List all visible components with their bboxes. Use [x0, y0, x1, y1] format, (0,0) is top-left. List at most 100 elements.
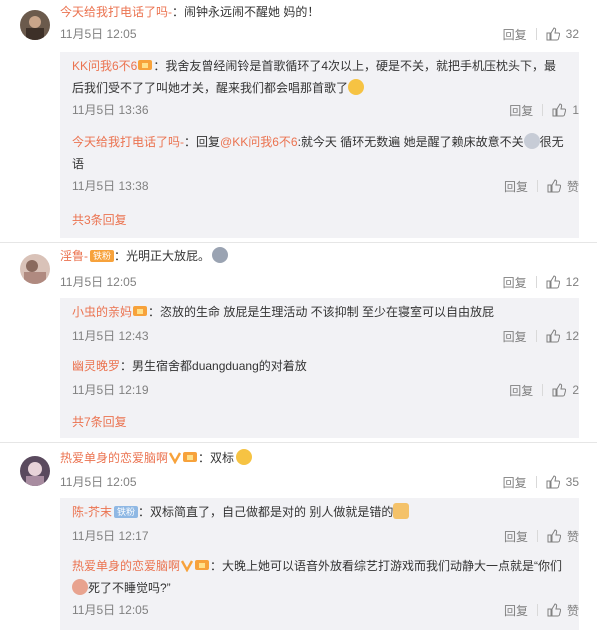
comment-username[interactable]: 淫鲁- — [60, 249, 88, 263]
reply-time: 11月5日 13:38 — [72, 179, 149, 193]
verified-v-icon — [180, 558, 194, 578]
divider — [0, 242, 597, 243]
reply-button[interactable]: 回复 — [495, 528, 537, 545]
reply-button[interactable]: 回复 — [494, 26, 536, 43]
reply-username[interactable]: 小虫的亲妈 — [72, 305, 132, 319]
reply-username[interactable]: 热爱单身的恋爱脑啊 — [72, 559, 180, 573]
comment-username[interactable]: 今天给我打电话了吗- — [60, 5, 172, 19]
reply-username[interactable]: 今天给我打电话了吗- — [72, 135, 184, 149]
comment-text: ：双标 — [198, 451, 235, 465]
comment: 淫鲁- 铁粉 ：光明正大放屁。 11月5日 12:05 回复 12 小虫的亲妈 ：恣放… — [0, 244, 597, 443]
like-count: 32 — [565, 27, 579, 41]
reply-box: 小虫的亲妈 ：恣放的生命 放屁是生理活动 不该抑制 至少在寝室可以自由放屁 11月… — [60, 298, 579, 438]
like-button[interactable]: 2 — [543, 383, 579, 397]
reply-text: ：双标简直了，自己做都是对的 别人做就是错的 — [138, 505, 394, 519]
comment: 今天给我打电话了吗-：闹钟永远闹不醒她 妈的！ 11月5日 12:05 回复 3… — [0, 0, 597, 243]
thumbs-up-icon — [552, 383, 567, 397]
thumbs-up-icon — [546, 27, 560, 41]
reply-item: KK问我6不6 ：我舍友曾经闹铃是首歌循环了4次以上，硬是不关，就把手机压枕头下，… — [72, 56, 579, 120]
avatar[interactable] — [20, 10, 50, 40]
skull-emoji-icon — [212, 247, 229, 263]
vip-badge-icon — [182, 450, 198, 470]
reply-button[interactable]: 回复 — [495, 178, 537, 195]
avatar[interactable] — [20, 254, 50, 284]
reply-username[interactable]: 幽灵晚罗 — [72, 359, 120, 373]
reply-item: 小虫的亲妈 ：恣放的生命 放屁是生理活动 不该抑制 至少在寝室可以自由放屁 11月… — [72, 302, 579, 346]
like-label: 赞 — [566, 529, 579, 544]
comment-time: 11月5日 12:05 — [60, 27, 137, 41]
like-label: 赞 — [566, 179, 579, 194]
like-count: 12 — [565, 275, 579, 289]
comment-username[interactable]: 热爱单身的恋爱脑啊 — [60, 451, 168, 465]
reply-time: 11月5日 12:05 — [72, 603, 149, 617]
like-button[interactable]: 赞 — [538, 178, 579, 195]
like-count: 2 — [572, 383, 579, 397]
dizzy-emoji-icon — [523, 133, 540, 149]
reply-box: 陈-芥末 铁粉 ：双标简直了，自己做都是对的 别人做就是错的 11月5日 12:17… — [60, 498, 579, 630]
reply-button[interactable]: 回复 — [495, 602, 537, 619]
reply-button[interactable]: 回复 — [494, 474, 536, 491]
face-emoji-icon — [72, 579, 88, 595]
vip-badge-icon — [194, 558, 210, 578]
like-label: 赞 — [566, 603, 579, 618]
avatar[interactable] — [20, 456, 50, 486]
vip-badge-icon — [137, 58, 153, 78]
fans-badge: 铁粉 — [90, 250, 115, 262]
reply-button[interactable]: 回复 — [500, 102, 542, 119]
thumbs-up-icon — [546, 329, 560, 343]
reply-text: ：大晚上她可以语音外放看综艺打游戏而我们动静大一点就是“你们 — [210, 559, 563, 573]
reply-time: 11月5日 12:19 — [72, 383, 149, 397]
like-button[interactable]: 12 — [537, 275, 579, 289]
reply-item: 幽灵晚罗：男生宿舍都duangduang的对着放 11月5日 12:19 回复 … — [72, 356, 579, 400]
reply-button[interactable]: 回复 — [500, 382, 542, 399]
thumbs-up-icon — [547, 529, 561, 543]
thumbs-up-icon — [546, 475, 560, 489]
reply-text-cont: 死了不睡觉吗?” — [88, 581, 171, 595]
like-button[interactable]: 赞 — [538, 602, 579, 619]
thumbs-up-icon — [547, 179, 561, 193]
like-count: 1 — [572, 103, 579, 117]
reply-button[interactable]: 回复 — [494, 274, 536, 291]
reply-item: 今天给我打电话了吗-：回复@KK问我6不6:就今天 循环无数遍 她是醒了赖床故意… — [72, 132, 579, 196]
reply-text-cont: 后我们受不了了叫她才关，醒来我们都会唱那首歌了 — [72, 81, 349, 95]
like-button[interactable]: 12 — [537, 329, 579, 343]
smile-emoji-icon — [348, 79, 365, 95]
thumbs-up-emoji-icon — [393, 503, 410, 519]
like-button[interactable]: 1 — [543, 103, 579, 117]
vip-badge-icon — [132, 304, 148, 324]
reply-item: 陈-芥末 铁粉 ：双标简直了，自己做都是对的 别人做就是错的 11月5日 12:17… — [72, 502, 579, 546]
reply-button[interactable]: 回复 — [494, 328, 536, 345]
reply-username[interactable]: KK问我6不6 — [72, 59, 137, 73]
divider — [0, 442, 597, 443]
reply-text: ：男生宿舍都duangduang的对着放 — [120, 359, 307, 373]
more-replies-link[interactable]: 共7条回复 — [72, 412, 127, 432]
verified-v-icon — [168, 450, 182, 470]
like-count: 12 — [565, 329, 579, 343]
thumbs-up-icon — [546, 275, 560, 289]
smile-emoji-icon — [236, 449, 253, 465]
like-button[interactable]: 赞 — [538, 528, 579, 545]
reply-item: 热爱单身的恋爱脑啊 ：大晚上她可以语音外放看综艺打游戏而我们动静大一点就是“你们 … — [72, 556, 579, 622]
thumbs-up-icon — [552, 103, 567, 117]
comment-text: ：闹钟永远闹不醒她 妈的！ — [172, 5, 320, 19]
reply-time: 11月5日 12:43 — [72, 329, 149, 343]
like-button[interactable]: 35 — [537, 475, 579, 489]
reply-time: 11月5日 12:17 — [72, 529, 149, 543]
fans-badge: 铁粉 — [114, 506, 139, 518]
comment: 热爱单身的恋爱脑啊 ：双标 11月5日 12:05 回复 35 陈-芥末 铁粉 ：双标… — [0, 446, 597, 630]
reply-time: 11月5日 13:36 — [72, 103, 149, 117]
reply-text: ：我舍友曾经闹铃是首歌循环了4次以上，硬是不关，就把手机压枕头下，最 — [153, 59, 557, 73]
reply-username[interactable]: 陈-芥末 — [72, 505, 112, 519]
like-count: 35 — [565, 475, 579, 489]
like-button[interactable]: 32 — [537, 27, 579, 41]
reply-text: :就今天 循环无数遍 她是醒了赖床故意不关 — [297, 135, 524, 149]
reply-text-tail: 很无 — [539, 135, 564, 149]
more-replies-link[interactable]: 共3条回复 — [72, 210, 127, 230]
comment-time: 11月5日 12:05 — [60, 475, 137, 489]
comment-text: ：光明正大放屁。 — [114, 249, 211, 263]
reply-prefix: ：回复 — [184, 135, 221, 149]
reply-box: KK问我6不6 ：我舍友曾经闹铃是首歌循环了4次以上，硬是不关，就把手机压枕头下，… — [60, 52, 579, 238]
reply-text: ：恣放的生命 放屁是生理活动 不该抑制 至少在寝室可以自由放屁 — [148, 305, 495, 319]
mention-link[interactable]: @KK问我6不6 — [220, 135, 298, 149]
thumbs-up-icon — [547, 603, 561, 617]
